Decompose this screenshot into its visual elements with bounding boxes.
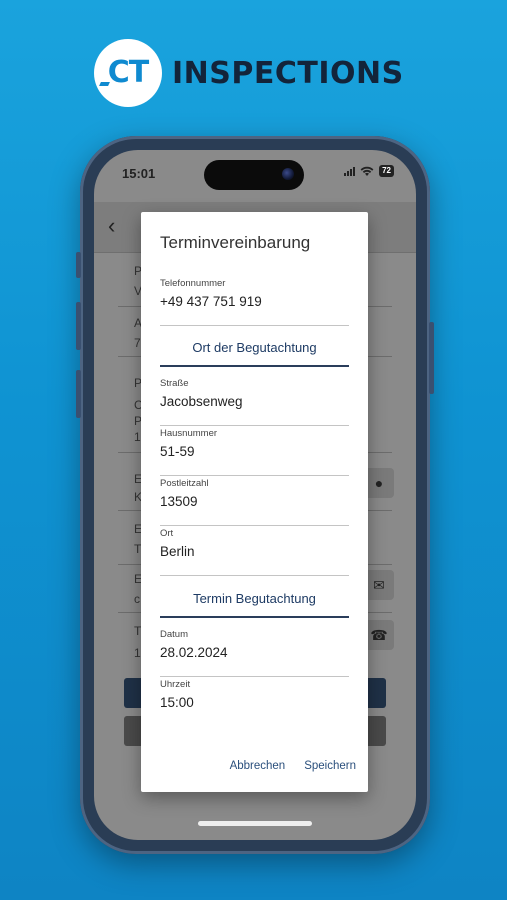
save-button[interactable]: Speichern (304, 760, 356, 772)
wifi-icon (360, 166, 374, 176)
time-field[interactable]: Uhrzeit 15:00 (160, 679, 349, 726)
dialog-title: Terminvereinbarung (160, 233, 311, 252)
house-number-field-label: Hausnummer (160, 428, 218, 439)
appointment-dialog: Terminvereinbarung Telefonnummer +49 437… (141, 212, 368, 792)
phone-icon[interactable]: ☎ (364, 620, 394, 650)
battery-icon: 72 (379, 165, 394, 177)
map-pin-icon[interactable]: ● (364, 468, 394, 498)
cancel-button[interactable]: Abbrechen (230, 760, 286, 772)
brand-mark: CT (107, 54, 149, 90)
brand-logo: CT INSPECTIONS (94, 38, 404, 108)
city-field-label: Ort (160, 528, 174, 539)
phone-power-button (429, 322, 434, 394)
status-icons: 72 (344, 165, 394, 177)
background-text: c (134, 592, 140, 606)
section-appointment: Termin Begutachtung (160, 588, 349, 618)
signal-icon (344, 166, 356, 176)
city-field[interactable]: Ort Berlin (160, 528, 349, 576)
time-field-value[interactable]: 15:00 (160, 695, 194, 710)
brand-logo-circle: CT (94, 39, 162, 107)
city-field-value[interactable]: Berlin (160, 544, 195, 559)
phone-field-value[interactable]: +49 437 751 919 (160, 294, 262, 309)
background-text: 1 (134, 646, 141, 660)
postal-code-field-value[interactable]: 13509 (160, 494, 198, 509)
mail-icon[interactable]: ✉ (364, 570, 394, 600)
phone-action-button (76, 252, 81, 278)
chevron-left-icon[interactable]: ‹ (108, 215, 115, 237)
date-field-label: Datum (160, 629, 188, 640)
phone-volume-up-button (76, 302, 81, 350)
phone-field-label: Telefonnummer (160, 278, 226, 289)
date-field-value[interactable]: 28.02.2024 (160, 645, 228, 660)
street-field[interactable]: Straße Jacobsenweg (160, 378, 349, 426)
background-text: 1 (134, 430, 141, 444)
camera-icon (282, 168, 294, 180)
date-field[interactable]: Datum 28.02.2024 (160, 629, 349, 677)
postal-code-field-label: Postleitzahl (160, 478, 209, 489)
dynamic-island (204, 160, 304, 190)
background-text: 7 (134, 336, 141, 350)
house-number-field-value[interactable]: 51-59 (160, 444, 195, 459)
phone-volume-down-button (76, 370, 81, 418)
house-number-field[interactable]: Hausnummer 51-59 (160, 428, 349, 476)
home-indicator[interactable] (198, 821, 312, 826)
time-field-label: Uhrzeit (160, 679, 191, 690)
section-location: Ort der Begutachtung (160, 337, 349, 367)
street-field-label: Straße (160, 378, 189, 389)
street-field-value[interactable]: Jacobsenweg (160, 394, 243, 409)
phone-field[interactable]: Telefonnummer +49 437 751 919 (160, 278, 349, 326)
dialog-actions: Abbrechen Speichern (230, 760, 356, 772)
status-time: 15:01 (122, 166, 156, 181)
postal-code-field[interactable]: Postleitzahl 13509 (160, 478, 349, 526)
brand-name: INSPECTIONS (172, 55, 404, 91)
